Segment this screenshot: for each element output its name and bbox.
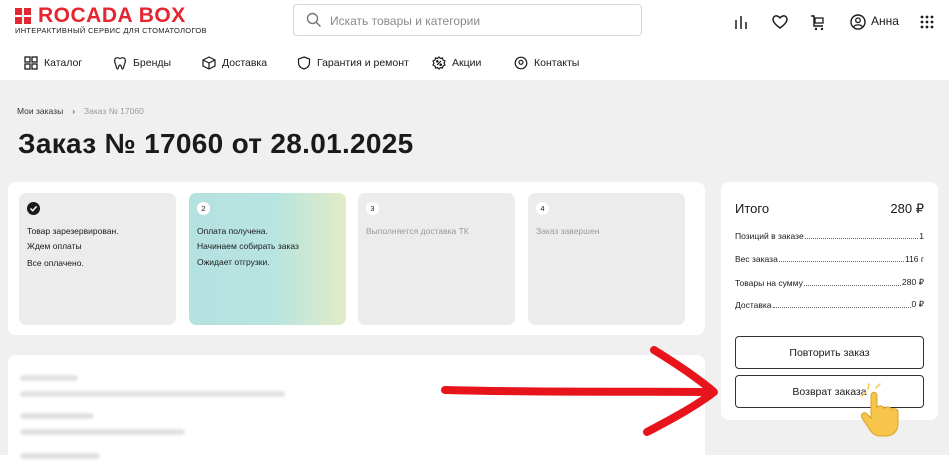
cart-icon[interactable]: [810, 12, 826, 32]
nav-item-brands[interactable]: Бренды: [113, 52, 171, 74]
order-details-card-blurred: [8, 355, 705, 465]
location-pin-icon: [514, 56, 528, 70]
user-name[interactable]: Анна: [871, 14, 899, 28]
blurred-text: [20, 375, 78, 381]
status-step-2: 2 Оплата получена. Начинаем собирать зак…: [189, 193, 346, 325]
tooth-icon: [114, 57, 126, 70]
summary-row-weight: Вес заказа 116 г: [735, 254, 924, 264]
order-status-card: Товар зарезервирован. Ждем оплаты Все оп…: [8, 182, 705, 335]
nav-label: Бренды: [133, 57, 172, 69]
blurred-text: [20, 413, 94, 419]
brand-name: ROCADA BOX: [38, 4, 186, 27]
nav-item-warranty[interactable]: Гарантия и ремонт: [297, 52, 409, 74]
catalog-grid-icon: [24, 56, 38, 70]
user-icon[interactable]: [849, 12, 867, 32]
step-number: 3: [366, 202, 379, 215]
search-icon: [306, 12, 321, 27]
status-step-1: Товар зарезервирован. Ждем оплаты Все оп…: [19, 193, 176, 325]
search-input[interactable]: [328, 11, 632, 31]
step-number: 2: [197, 202, 210, 215]
step-text: Товар зарезервирован. Ждем оплаты Все оп…: [27, 226, 119, 268]
nav-label: Гарантия и ремонт: [317, 57, 409, 69]
order-summary: Итого 280 ₽ Позиций в заказе 1 Вес заказа…: [721, 182, 938, 420]
nav-item-delivery[interactable]: Доставка: [202, 52, 267, 74]
logo-squares-icon: [15, 8, 31, 24]
status-step-4: 4 Заказ завершен: [528, 193, 685, 325]
heart-icon[interactable]: [771, 12, 789, 32]
nav-item-contacts[interactable]: Контакты: [514, 52, 579, 74]
step-text: Заказ завершен: [536, 226, 600, 236]
box-icon: [202, 56, 216, 70]
blurred-text: [20, 453, 100, 459]
breadcrumb-current: Заказ № 17060: [84, 106, 144, 116]
summary-row-delivery: Доставка 0 ₽: [735, 299, 924, 310]
step-text: Оплата получена. Начинаем собирать заказ: [197, 226, 299, 251]
main-nav: Каталог Бренды Доставка Гарантия и ремон…: [0, 52, 949, 74]
brand-logo[interactable]: ROCADA BOX ИНТЕРАКТИВНЫЙ СЕРВИС ДЛЯ СТОМ…: [15, 4, 235, 37]
blurred-text: [20, 429, 185, 435]
shield-icon: [297, 56, 311, 70]
return-order-button[interactable]: Возврат заказа: [735, 375, 924, 408]
search-box[interactable]: [293, 4, 642, 36]
status-step-3: 3 Выполняется доставка ТК: [358, 193, 515, 325]
checkmark-icon: [27, 202, 40, 215]
breadcrumb: Мои заказы › Заказ № 17060: [17, 106, 144, 116]
summary-row-goods: Товары на сумму 280 ₽: [735, 277, 924, 288]
apps-grid-icon[interactable]: [919, 12, 935, 32]
nav-label: Контакты: [534, 57, 580, 69]
nav-label: Каталог: [44, 57, 83, 69]
repeat-order-button[interactable]: Повторить заказ: [735, 336, 924, 369]
percent-icon: [432, 56, 446, 70]
summary-row-items: Позиций в заказе 1: [735, 231, 924, 241]
summary-total: 280 ₽: [890, 201, 924, 216]
nav-label: Доставка: [222, 57, 268, 69]
step-text: Выполняется доставка ТК: [366, 226, 469, 236]
site-header: ROCADA BOX ИНТЕРАКТИВНЫЙ СЕРВИС ДЛЯ СТОМ…: [0, 0, 949, 80]
nav-item-catalog[interactable]: Каталог: [24, 52, 82, 74]
nav-item-promotions[interactable]: Акции: [432, 52, 481, 74]
blurred-text: [20, 391, 285, 397]
step-subtext: Ожидает отгрузки.: [197, 257, 270, 267]
main-content: Мои заказы › Заказ № 17060 Заказ № 17060 о…: [0, 80, 949, 465]
nav-label: Акции: [452, 57, 482, 69]
summary-title: Итого: [735, 201, 770, 216]
breadcrumb-separator-icon: ›: [72, 106, 76, 116]
step-number: 4: [536, 202, 549, 215]
page-title: Заказ № 17060 от 28.01.2025: [18, 128, 414, 159]
compare-icon[interactable]: [733, 12, 749, 32]
brand-tagline: ИНТЕРАКТИВНЫЙ СЕРВИС ДЛЯ СТОМАТОЛОГОВ: [15, 26, 207, 35]
breadcrumb-my-orders[interactable]: Мои заказы: [17, 106, 63, 116]
